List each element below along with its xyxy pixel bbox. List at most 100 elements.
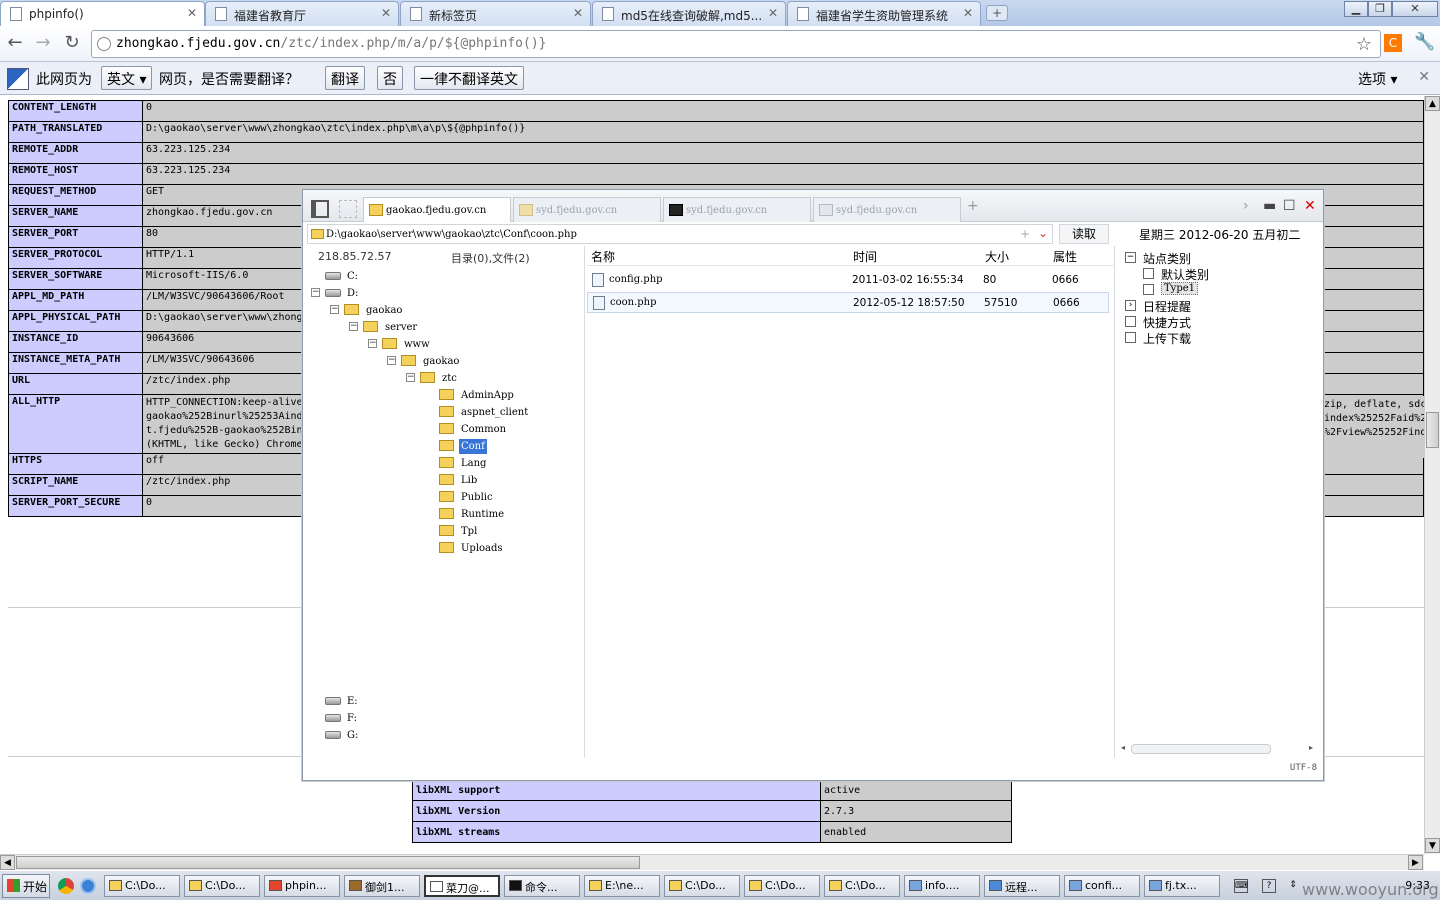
browser-tab[interactable]: md5在线查询破解,md5... ✕ xyxy=(592,1,786,26)
category-box-icon[interactable]: › xyxy=(1125,300,1136,311)
browser-tab[interactable]: 福建省学生资助管理系统 ✕ xyxy=(787,1,981,26)
browser-tab[interactable]: phpinfo() ✕ xyxy=(0,1,205,27)
tray-expand-icon[interactable]: ⇕ xyxy=(1286,879,1300,893)
language-select[interactable]: 英文 ▾ xyxy=(101,66,153,90)
path-input[interactable]: D:\gaokao\server\www\gaokao\ztc\Conf\coo… xyxy=(307,224,1053,244)
minimize-button[interactable]: ▁ xyxy=(1344,1,1368,17)
options-menu[interactable]: 选项 ▾ xyxy=(1358,69,1397,89)
app-icon xyxy=(589,880,602,891)
fm-site-tab[interactable]: syd.fjedu.gov.cn xyxy=(513,197,661,222)
blank-tab-icon[interactable] xyxy=(339,200,357,218)
taskbar-button[interactable]: fj.tx... xyxy=(1144,875,1220,897)
add-tab-icon[interactable]: + xyxy=(967,198,979,214)
category-scrollbar[interactable]: ◂ ▸ xyxy=(1119,743,1315,755)
folder-icon xyxy=(819,204,833,216)
collapse-icon[interactable]: − xyxy=(349,322,358,331)
chevron-right-icon[interactable]: › xyxy=(1243,198,1249,214)
close-icon[interactable]: ✕ xyxy=(1304,198,1316,214)
category-box-icon[interactable] xyxy=(1143,268,1154,279)
taskbar-button[interactable]: C:\Do... xyxy=(184,875,260,897)
taskbar-button[interactable]: phpin... xyxy=(264,875,340,897)
fm-site-tab[interactable]: gaokao.fjedu.gov.cn xyxy=(363,197,511,222)
wrench-icon[interactable]: 🔧 xyxy=(1414,32,1435,52)
column-time[interactable]: 时间 xyxy=(853,248,877,265)
collapse-icon[interactable]: − xyxy=(330,305,339,314)
node-label: C: xyxy=(347,271,359,282)
scroll-thumb[interactable] xyxy=(1131,744,1271,754)
minimize-icon[interactable]: ▬ xyxy=(1263,198,1276,214)
close-icon[interactable]: ✕ xyxy=(1418,69,1430,85)
collapse-icon[interactable]: − xyxy=(368,339,377,348)
scroll-thumb[interactable] xyxy=(1426,412,1439,448)
new-tab-button[interactable]: + xyxy=(986,5,1008,21)
scroll-left-icon[interactable]: ◀ xyxy=(0,855,15,870)
scroll-right-icon[interactable]: ▸ xyxy=(1309,743,1313,752)
taskbar-button[interactable]: info.... xyxy=(904,875,980,897)
taskbar-button[interactable]: 远程... xyxy=(984,875,1060,897)
variable-name: SERVER_PORT_SECURE xyxy=(8,495,143,517)
taskbar-button[interactable]: 菜刀@... xyxy=(424,875,500,897)
close-window-button[interactable]: ✕ xyxy=(1392,1,1438,17)
taskbar-button[interactable]: 御剑1... xyxy=(344,875,420,897)
no-translate-button[interactable]: 否 xyxy=(377,66,403,90)
translate-button[interactable]: 翻译 xyxy=(325,66,365,90)
vertical-scrollbar[interactable]: ▲ ▼ xyxy=(1424,96,1440,854)
add-icon[interactable]: + xyxy=(1020,227,1030,241)
folder-icon xyxy=(420,372,435,383)
taskbar-button[interactable]: C:\Do... xyxy=(744,875,820,897)
back-icon[interactable]: ← xyxy=(4,33,26,55)
translate-bar: 此网页为 英文 ▾ 网页，是否需要翻译？ 翻译 否 一律不翻译英文 选项 ▾ ✕ xyxy=(0,62,1440,95)
never-translate-button[interactable]: 一律不翻译英文 xyxy=(414,66,524,90)
scroll-left-icon[interactable]: ◂ xyxy=(1121,743,1125,752)
browser-tab[interactable]: 福建省教育厅 ✕ xyxy=(205,1,399,26)
scroll-right-icon[interactable]: ▶ xyxy=(1408,855,1423,870)
horizontal-scrollbar[interactable]: ◀ ▶ xyxy=(0,854,1424,870)
ie-icon[interactable] xyxy=(80,878,96,894)
scroll-up-icon[interactable]: ▲ xyxy=(1425,96,1440,111)
scroll-thumb[interactable] xyxy=(16,856,640,869)
taskbar-button[interactable]: C:\Do... xyxy=(664,875,740,897)
fm-site-tab[interactable]: syd.fjedu.gov.cn xyxy=(663,197,811,222)
chrome-icon[interactable] xyxy=(58,878,74,894)
app-icon xyxy=(189,880,202,891)
help-icon[interactable]: ? xyxy=(1262,879,1276,893)
column-attr[interactable]: 属性 xyxy=(1053,248,1077,265)
file-row[interactable]: coon.php 2012-05-12 18:57:50 57510 0666 xyxy=(587,292,1109,313)
start-button[interactable]: 开始 xyxy=(2,874,50,898)
category-box-icon[interactable] xyxy=(1125,332,1136,343)
category-box-icon[interactable]: − xyxy=(1125,252,1136,263)
file-name: coon.php xyxy=(610,297,657,308)
taskbar-button[interactable]: 命令... xyxy=(504,875,580,897)
bookmark-star-icon[interactable]: ☆ xyxy=(1356,34,1372,55)
reload-icon[interactable]: ↻ xyxy=(61,33,83,55)
taskbar-button[interactable]: E:\ne... xyxy=(584,875,660,897)
chevron-down-icon[interactable]: ⌄ xyxy=(1038,226,1048,240)
keyboard-icon[interactable]: ⌨ xyxy=(1234,879,1248,893)
collapse-icon[interactable]: − xyxy=(311,288,320,297)
read-button[interactable]: 读取 xyxy=(1059,224,1109,244)
close-icon[interactable]: ✕ xyxy=(381,6,391,20)
maximize-button[interactable]: ❐ xyxy=(1368,1,1392,17)
close-icon[interactable]: ✕ xyxy=(573,6,583,20)
extension-icon[interactable]: C xyxy=(1384,34,1402,52)
taskbar-button[interactable]: confi... xyxy=(1064,875,1140,897)
address-bar[interactable]: zhongkao.fjedu.gov.cn/ztc/index.php/m/a/… xyxy=(91,30,1381,58)
collapse-icon[interactable]: − xyxy=(387,356,396,365)
forward-icon[interactable]: → xyxy=(32,33,54,55)
maximize-icon[interactable]: ☐ xyxy=(1283,198,1296,214)
taskbar-button[interactable]: C:\Do... xyxy=(824,875,900,897)
close-icon[interactable]: ✕ xyxy=(768,6,778,20)
column-size[interactable]: 大小 xyxy=(985,248,1009,265)
close-icon[interactable]: ✕ xyxy=(963,6,973,20)
browser-tab[interactable]: 新标签页 ✕ xyxy=(400,1,591,26)
collapse-icon[interactable]: − xyxy=(406,373,415,382)
category-box-icon[interactable] xyxy=(1143,284,1154,295)
taskbar-button[interactable]: C:\Do... xyxy=(104,875,180,897)
close-icon[interactable]: ✕ xyxy=(187,6,197,20)
fm-site-tab[interactable]: syd.fjedu.gov.cn xyxy=(813,197,961,222)
file-row[interactable]: config.php 2011-03-02 16:55:34 80 0666 xyxy=(587,270,1109,291)
scroll-down-icon[interactable]: ▼ xyxy=(1425,838,1440,853)
category-box-icon[interactable] xyxy=(1125,316,1136,327)
panel-toggle-icon[interactable] xyxy=(311,200,329,218)
column-name[interactable]: 名称 xyxy=(591,248,615,265)
